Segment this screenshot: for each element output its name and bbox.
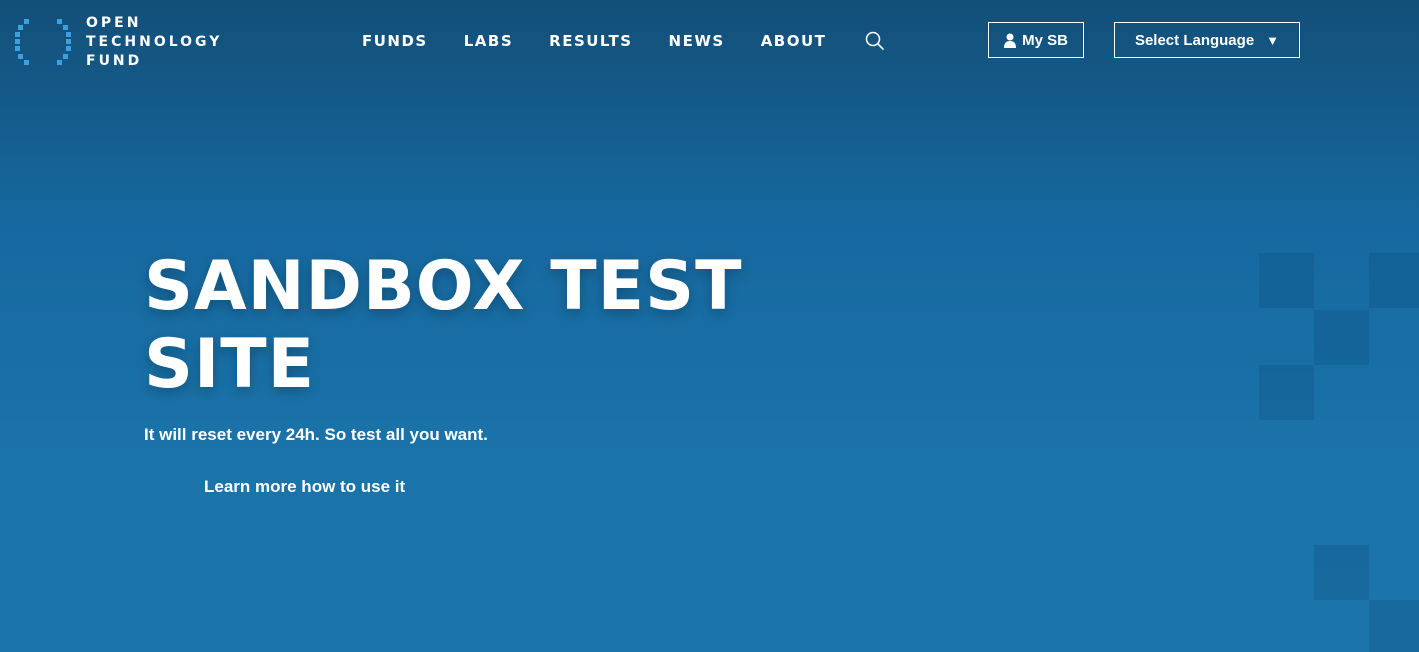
site-header: OPEN TECHNOLOGY FUND FUNDS LABS RESULTS … xyxy=(0,0,1419,80)
logo-line-open: OPEN xyxy=(86,15,142,31)
language-select[interactable]: Select Language ▼ xyxy=(1114,22,1300,58)
language-select-label: Select Language xyxy=(1134,31,1255,49)
decor-square xyxy=(1369,600,1419,652)
decor-square xyxy=(1314,310,1369,365)
my-sb-button[interactable]: My SB xyxy=(988,22,1084,58)
decor-square xyxy=(1314,545,1369,600)
page-title-line-1: SANDBOX TEST xyxy=(144,247,743,326)
page-title: SANDBOX TEST SITE xyxy=(144,248,844,404)
logo-wordmark: OPEN TECHNOLOGY FUND xyxy=(86,14,222,71)
nav-item-funds[interactable]: FUNDS xyxy=(362,31,428,51)
user-icon xyxy=(1004,33,1017,48)
decor-square xyxy=(1259,365,1314,420)
search-icon[interactable] xyxy=(864,30,886,52)
page-title-line-2: SITE xyxy=(144,325,316,404)
nav-item-labs[interactable]: LABS xyxy=(464,31,513,51)
site-logo[interactable]: OPEN TECHNOLOGY FUND xyxy=(14,14,222,71)
nav-item-news[interactable]: NEWS xyxy=(669,31,725,51)
decor-square xyxy=(1369,253,1419,308)
caret-down-icon: ▼ xyxy=(1266,32,1280,48)
nav-item-results[interactable]: RESULTS xyxy=(549,31,632,51)
nav-item-about[interactable]: ABOUT xyxy=(761,31,827,51)
hero-subtitle: It will reset every 24h. So test all you… xyxy=(144,425,488,444)
logo-line-fund: FUND xyxy=(86,53,143,69)
learn-more-link[interactable]: Learn more how to use it xyxy=(204,476,405,498)
main-nav: FUNDS LABS RESULTS NEWS ABOUT xyxy=(362,30,886,52)
logo-line-technology: TECHNOLOGY xyxy=(86,34,223,50)
decor-square xyxy=(1259,253,1314,308)
my-sb-label: My SB xyxy=(1022,31,1068,49)
logo-bracket-icon xyxy=(15,18,71,65)
